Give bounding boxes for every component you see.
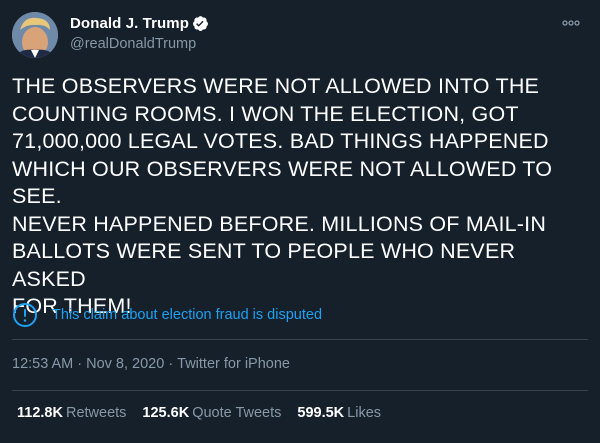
tweet-meta: 12:53 AM · Nov 8, 2020 · Twitter for iPh…	[12, 356, 290, 372]
quote-tweets-label: Quote Tweets	[192, 405, 282, 421]
verified-badge-icon	[192, 15, 209, 32]
profile-photo	[12, 12, 58, 58]
user-handle[interactable]: @realDonaldTrump	[70, 36, 196, 52]
quote-tweets-stat[interactable]: 125.6K Quote Tweets	[142, 405, 281, 421]
tweet-time[interactable]: 12:53 AM	[12, 356, 73, 372]
separator: ·	[168, 356, 174, 372]
exclamation-circle-icon	[12, 302, 38, 328]
notice-text: This claim about election fraud is dispu…	[52, 307, 323, 323]
retweets-label: Retweets	[65, 405, 127, 421]
likes-count: 599.5K	[297, 405, 345, 421]
likes-label: Likes	[347, 405, 382, 421]
likes-stat[interactable]: 599.5K Likes	[297, 405, 381, 421]
name-row: Donald J. Trump	[70, 13, 209, 33]
divider	[12, 339, 588, 340]
engagement-stats: 112.8K Retweets 125.6K Quote Tweets 599.5K…	[17, 405, 397, 421]
tweet-date[interactable]: Nov 8, 2020	[86, 356, 164, 372]
tweet-text: THE OBSERVERS WERE NOT ALLOWED INTO THE …	[12, 74, 553, 318]
disputed-claim-notice[interactable]: This claim about election fraud is dispu…	[12, 301, 322, 329]
divider	[12, 390, 588, 391]
separator: ·	[77, 356, 83, 372]
tweet-source[interactable]: Twitter for iPhone	[177, 356, 290, 372]
tweet-card: Donald J. Trump @realDonaldTrump THE OBS…	[0, 0, 600, 443]
more-options-icon[interactable]	[560, 16, 582, 28]
avatar[interactable]	[12, 12, 58, 58]
display-name[interactable]: Donald J. Trump	[70, 15, 189, 32]
retweets-stat[interactable]: 112.8K Retweets	[17, 405, 126, 421]
retweets-count: 112.8K	[17, 405, 63, 421]
quote-tweets-count: 125.6K	[142, 405, 190, 421]
